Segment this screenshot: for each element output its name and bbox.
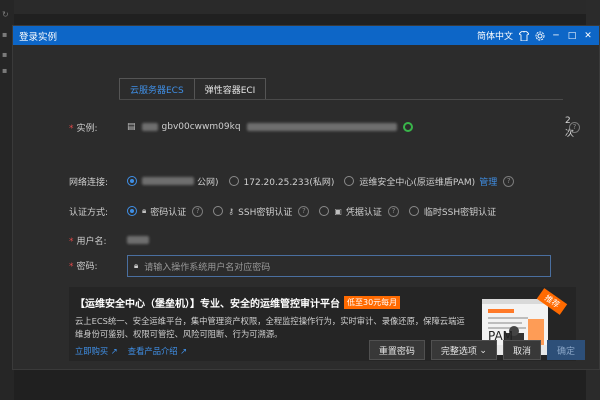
- buy-now-link[interactable]: 立即购买 ↗: [75, 345, 118, 357]
- background-topbar: [0, 0, 600, 14]
- instance-label: * 实例:: [69, 123, 98, 134]
- promo-title: 【运维安全中心（堡垒机）】专业、安全的运维管控审计平台 低至30元每月: [75, 295, 401, 310]
- username-row: * 用户名:: [69, 230, 149, 250]
- username-label: * 用户名:: [69, 236, 107, 247]
- redacted-text: [246, 123, 397, 131]
- minimize-icon[interactable]: ─: [551, 31, 561, 41]
- network-option-private[interactable]: 172.20.25.233(私网): [228, 175, 334, 188]
- radio-checked[interactable]: [127, 176, 137, 186]
- tab-eci[interactable]: 弹性容器ECI: [194, 78, 267, 100]
- promo-description: 云上ECS统一、安全运维平台，集中管理资产权限，全程监控操作行为，实时审计、录像…: [75, 316, 465, 339]
- credential-icon: ▣: [334, 206, 342, 216]
- instance-id-text: gbv00cwwm09kq: [161, 122, 241, 132]
- password-input[interactable]: 🔒︎ 请输入操作系统用户名对应密码: [127, 255, 551, 277]
- radio[interactable]: [228, 176, 239, 186]
- titlebar-controls: 简体中文 ─ □ ✕: [477, 29, 593, 42]
- redacted-text: [142, 177, 194, 185]
- auth-option-credential[interactable]: ▣ 凭据认证 ?: [319, 205, 399, 218]
- price-badge: 低至30元每月: [344, 296, 401, 309]
- tab-underline: [119, 99, 563, 100]
- instance-select[interactable]: ▤ gbv00cwwm09kq 2次 ⌄: [127, 116, 574, 139]
- radio[interactable]: [213, 206, 224, 216]
- instance-row: *实例: ▤ gbv00cwwm09kq 2次 ⌄ ?: [69, 116, 589, 139]
- confirm-button[interactable]: 确定: [546, 340, 585, 360]
- language-switch[interactable]: 简体中文: [477, 29, 513, 42]
- dialog-body: 云服务器ECS 弹性容器ECI * 实例: ▤ gbv00cwwm09kq 2次 …: [13, 45, 599, 371]
- radio[interactable]: [319, 206, 330, 216]
- key-icon: ⚷: [228, 206, 235, 216]
- instance-type-tabs: 云服务器ECS 弹性容器ECI: [119, 78, 267, 100]
- dialog-footer: 重置密码 完整选项 ⌄ 取消 确定: [368, 340, 585, 360]
- password-row: * 密码: 🔒︎ 请输入操作系统用户名对应密码: [69, 255, 589, 277]
- manage-link[interactable]: 管理: [479, 175, 497, 188]
- tab-ecs[interactable]: 云服务器ECS: [119, 78, 195, 100]
- lock-icon: 🔒︎: [142, 206, 147, 215]
- help-icon[interactable]: ?: [387, 205, 399, 217]
- username-value-redacted[interactable]: [127, 236, 149, 244]
- auth-option-temp-ssh[interactable]: 临时SSH密钥认证: [408, 205, 496, 218]
- network-row: 网络连接: 公网) 172.20.25.233(私网) 运维安全中心(原运维盾P…: [69, 171, 524, 191]
- auth-row: 认证方式: 🔒︎ 密码认证 ? ⚷ SSH密钥认证 ? ▣ 凭据认证 ? 临时S…: [69, 201, 506, 221]
- help-icon[interactable]: ?: [503, 175, 515, 187]
- lock-icon: 🔒︎: [134, 261, 139, 270]
- auth-option-password[interactable]: 🔒︎ 密码认证 ?: [127, 205, 204, 218]
- settings-icon[interactable]: [535, 31, 545, 41]
- tshirt-icon[interactable]: [519, 30, 529, 41]
- help-icon[interactable]: ?: [569, 121, 580, 133]
- status-running-icon: [402, 122, 413, 132]
- radio-checked[interactable]: [127, 206, 137, 216]
- close-icon[interactable]: ✕: [583, 31, 593, 41]
- reset-password-button[interactable]: 重置密码: [368, 340, 425, 360]
- background-glyph: ↻: [2, 10, 9, 19]
- network-option-public[interactable]: 公网): [127, 175, 219, 188]
- redacted-text: [141, 123, 158, 131]
- full-options-button[interactable]: 完整选项 ⌄: [430, 340, 497, 360]
- login-instance-dialog: 登录实例 简体中文 ─ □ ✕ 云服务器ECS 弹性容器ECI *实例: ▤: [12, 25, 600, 370]
- help-icon[interactable]: ?: [298, 205, 310, 217]
- radio[interactable]: [344, 176, 355, 186]
- auth-option-ssh-key[interactable]: ⚷ SSH密钥认证 ?: [213, 205, 310, 218]
- cancel-button[interactable]: 取消: [502, 340, 541, 360]
- network-label: 网络连接:: [69, 177, 109, 188]
- server-icon: ▤: [127, 122, 136, 132]
- network-option-pam[interactable]: 运维安全中心(原运维盾PAM) 管理 ?: [344, 175, 515, 188]
- password-placeholder: 请输入操作系统用户名对应密码: [144, 262, 271, 273]
- password-label: * 密码:: [69, 261, 98, 272]
- help-icon[interactable]: ?: [192, 205, 204, 217]
- product-intro-link[interactable]: 查看产品介绍 ↗: [128, 345, 187, 357]
- dialog-title: 登录实例: [19, 31, 58, 43]
- promo-links: 立即购买 ↗ 查看产品介绍 ↗: [75, 345, 187, 357]
- dialog-titlebar: 登录实例 简体中文 ─ □ ✕: [13, 26, 599, 45]
- maximize-icon[interactable]: □: [567, 31, 577, 41]
- radio[interactable]: [408, 206, 419, 216]
- auth-label: 认证方式:: [69, 207, 109, 218]
